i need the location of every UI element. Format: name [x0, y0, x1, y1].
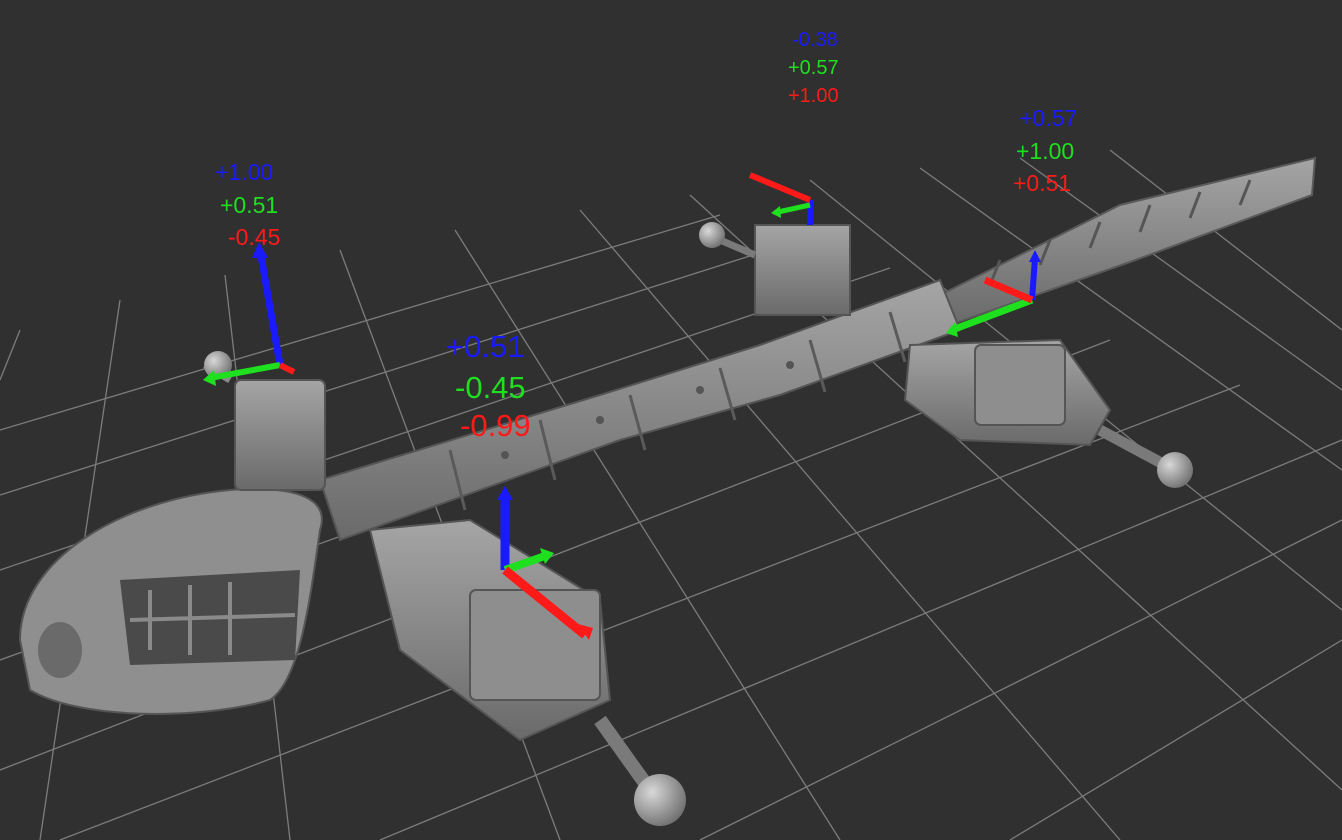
rear-left-x-value: +1.00	[788, 85, 839, 107]
3d-viewport[interactable]: +1.00 +0.51 -0.45 +0.51 -0.45 -0.99 -0.3…	[0, 0, 1342, 840]
front-right-z-value: +0.51	[446, 329, 525, 364]
robot-tail	[928, 156, 1317, 327]
y-axis-arrow	[777, 202, 811, 215]
z-axis-arrowhead	[497, 486, 513, 500]
rear-right-z-value: +0.57	[1019, 105, 1078, 131]
robot-model[interactable]	[18, 156, 1317, 826]
leg-front-left	[203, 351, 326, 491]
front-left-z-value: +1.00	[215, 159, 274, 185]
rear-left-z-value: -0.38	[792, 29, 838, 51]
rear-right-y-value: +1.00	[1016, 138, 1075, 164]
x-axis-arrow	[748, 172, 812, 203]
z-axis-arrow	[256, 249, 284, 366]
z-axis-arrow	[1029, 257, 1038, 301]
y-axis-arrowhead	[771, 206, 781, 218]
axes-marker-rear-left[interactable]	[748, 172, 813, 225]
robot-spine	[318, 278, 962, 542]
rear-left-y-value: +0.57	[788, 57, 839, 79]
leg-rear-left	[699, 222, 851, 316]
leg-rear-right	[903, 338, 1193, 488]
robot-head	[18, 488, 323, 715]
front-left-x-value: -0.45	[228, 224, 281, 250]
front-right-y-value: -0.45	[455, 370, 526, 405]
rear-right-x-value: +0.51	[1013, 170, 1072, 196]
front-left-y-value: +0.51	[220, 192, 279, 218]
front-right-x-value: -0.99	[460, 408, 531, 443]
scene-canvas[interactable]	[0, 0, 1342, 840]
x-axis-arrow	[278, 362, 296, 375]
